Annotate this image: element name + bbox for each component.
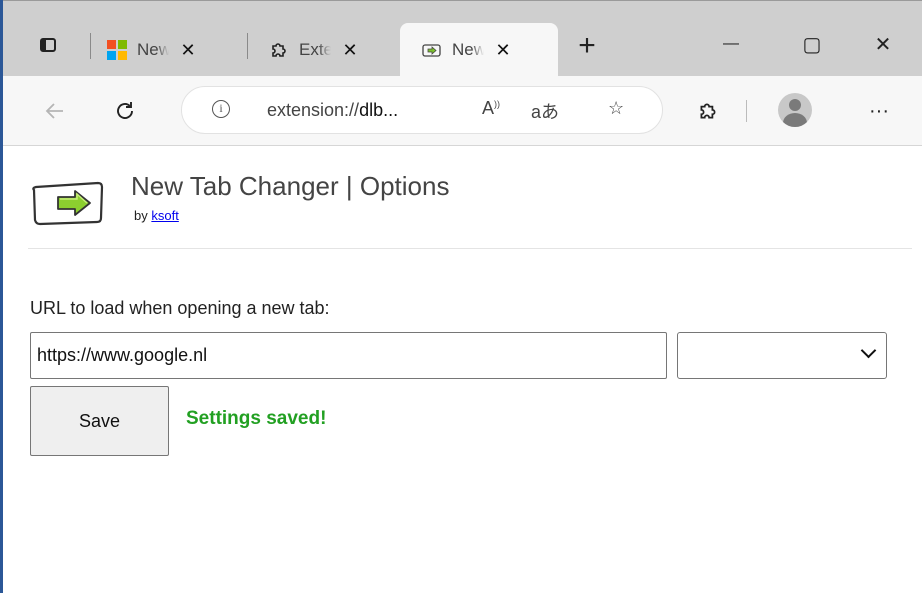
tab-title: New [452,40,484,59]
tab-title: New [137,40,169,59]
site-info-icon[interactable]: i [212,100,230,118]
maximize-button[interactable]: ▢ [792,29,832,59]
arrow-tab-icon [422,40,442,60]
address-url: extension://dlb... [267,100,399,120]
tab-extensions[interactable]: Exte ✕ [269,23,359,77]
url-preset-select[interactable] [677,332,887,379]
vertical-tabs-icon [40,38,56,52]
status-message: Settings saved! [186,408,327,429]
extensions-button[interactable] [692,95,724,127]
address-bar[interactable]: i extension://dlb... A)) aあ ☆ [181,86,663,134]
tab-title: Exte [299,40,331,59]
tab-strip: New ✕ Exte ✕ New ✕ + — ▢ ✕ [3,0,922,77]
minimize-button[interactable]: — [711,29,751,59]
minimize-icon: — [723,35,739,52]
new-tab-changer-logo [32,181,104,226]
back-button[interactable] [39,95,71,127]
profile-avatar[interactable] [778,93,812,127]
puzzle-icon [269,40,289,60]
add-favorite-icon[interactable]: ☆ [608,98,624,119]
close-window-button[interactable]: ✕ [863,29,903,59]
read-aloud-icon[interactable]: A)) [482,98,500,119]
byline: by ksoft [134,208,179,223]
page-title: New Tab Changer | Options [131,171,450,201]
more-icon: ··· [869,99,889,122]
new-tab-url-input[interactable] [30,332,667,379]
translate-icon[interactable]: aあ [531,98,559,124]
browser-toolbar: i extension://dlb... A)) aあ ☆ ··· [3,76,922,146]
page-content: New Tab Changer | Options by ksoft URL t… [3,146,922,593]
save-button[interactable]: Save [30,386,169,456]
page-header: New Tab Changer | Options by ksoft [28,168,912,249]
author-link[interactable]: ksoft [151,208,178,223]
toolbar-separator [746,100,747,122]
close-icon: ✕ [874,33,892,56]
microsoft-logo-icon [107,40,127,60]
url-field-label: URL to load when opening a new tab: [30,298,330,318]
new-tab-button[interactable]: + [571,31,603,61]
tab-actions-button[interactable] [30,27,66,63]
by-label: by [134,208,148,223]
chevron-down-icon [860,342,877,359]
tab-close-icon[interactable]: ✕ [179,40,197,61]
tab-new-active[interactable]: New ✕ [400,23,558,77]
settings-menu-button[interactable]: ··· [863,95,895,127]
puzzle-icon [700,103,716,119]
refresh-button[interactable] [109,95,141,127]
tab-separator [90,33,91,59]
tab-close-icon[interactable]: ✕ [494,40,512,61]
refresh-icon [117,102,133,119]
tab-new-1[interactable]: New ✕ [107,23,197,77]
tab-close-icon[interactable]: ✕ [341,40,359,61]
back-arrow-icon [45,103,63,119]
tab-separator [247,33,248,59]
maximize-icon: ▢ [802,33,822,56]
